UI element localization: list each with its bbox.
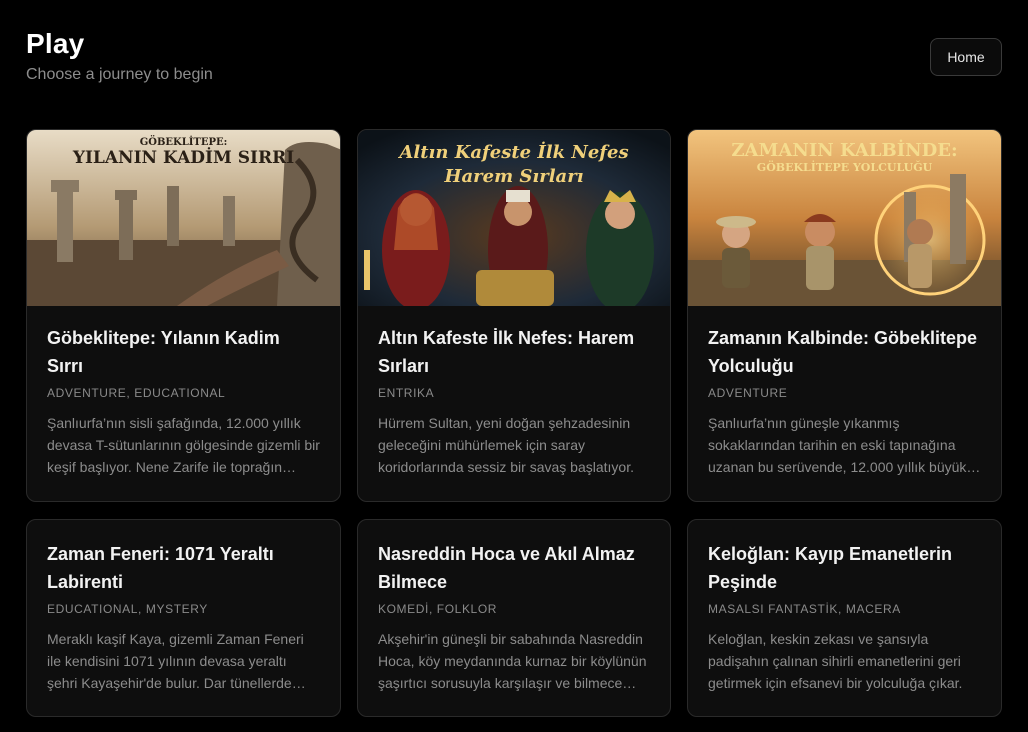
- cover-title-line: YILANIN KADİM SIRRI: [72, 148, 295, 168]
- cover-title-line: Harem Sırları: [444, 166, 584, 187]
- journey-card[interactable]: ZAMANIN KALBİNDE: GÖBEKLİTEPE YOLCULUĞU …: [687, 129, 1002, 502]
- cover-title-line: GÖBEKLİTEPE YOLCULUĞU: [756, 161, 933, 174]
- journey-card[interactable]: Zaman Feneri: 1071 Yeraltı Labirenti EDU…: [26, 519, 341, 717]
- page-header: Play Choose a journey to begin Home: [26, 26, 1002, 96]
- journey-card[interactable]: Altın Kafeste İlk Nefes Harem Sırları Al…: [357, 129, 671, 502]
- card-tags: ADVENTURE, EDUCATIONAL: [47, 386, 226, 400]
- page-title: Play: [26, 28, 85, 59]
- card-title: Göbeklitepe: Yılanın Kadim Sırrı: [47, 328, 280, 376]
- card-title: Keloğlan: Kayıp Emanetlerin Peşinde: [708, 544, 953, 592]
- journey-grid-row-2: Zaman Feneri: 1071 Yeraltı Labirenti EDU…: [26, 519, 1002, 717]
- journey-grid-row-1: GÖBEKLİTEPE: YILANIN KADİM SIRRI Göbekli…: [26, 129, 1002, 502]
- journey-card[interactable]: Nasreddin Hoca ve Akıl Almaz Bilmece KOM…: [357, 519, 671, 717]
- card-description: Şanlıurfa’nın sisli şafağında, 12.000 yı…: [47, 415, 320, 475]
- card-description: Keloğlan, keskin zekası ve şansıyla padi…: [708, 631, 963, 691]
- card-tags: KOMEDİ, FOLKLOR: [378, 602, 498, 616]
- card-tags: EDUCATIONAL, MYSTERY: [47, 602, 208, 616]
- cover-title-line: ZAMANIN KALBİNDE:: [731, 140, 958, 161]
- card-tags: MASALSI FANTASTİK, MACERA: [708, 602, 901, 616]
- card-tags: ADVENTURE: [708, 386, 788, 400]
- card-description: Meraklı kaşif Kaya, gizemli Zaman Feneri…: [47, 631, 304, 691]
- card-title: Nasreddin Hoca ve Akıl Almaz Bilmece: [378, 544, 635, 592]
- card-title: Zamanın Kalbinde: Göbeklitepe Yolculuğu: [708, 328, 978, 376]
- card-description: Hürrem Sultan, yeni doğan şehzadesinin g…: [378, 415, 634, 475]
- cover-image-gobeklitepe: GÖBEKLİTEPE: YILANIN KADİM SIRRI: [27, 130, 340, 306]
- card-description: Şanlıurfa’nın güneşle yıkanmış sokakları…: [708, 415, 967, 475]
- home-button[interactable]: Home: [930, 38, 1002, 76]
- page-subtitle: Choose a journey to begin: [26, 66, 213, 83]
- card-title: Altın Kafeste İlk Nefes: Harem Sırları: [378, 328, 635, 376]
- journey-card[interactable]: GÖBEKLİTEPE: YILANIN KADİM SIRRI Göbekli…: [26, 129, 341, 502]
- cover-image-harem: Altın Kafeste İlk Nefes Harem Sırları: [358, 130, 670, 306]
- journey-card[interactable]: Keloğlan: Kayıp Emanetlerin Peşinde MASA…: [687, 519, 1002, 717]
- cover-title-line: Altın Kafeste İlk Nefes: [399, 142, 629, 163]
- card-tags: ENTRIKA: [378, 386, 435, 400]
- card-title: Zaman Feneri: 1071 Yeraltı Labirenti: [47, 544, 274, 592]
- card-description: Akşehir'in güneşli bir sabahında Nasredd…: [378, 631, 647, 691]
- cover-image-zamanin-kalbinde: ZAMANIN KALBİNDE: GÖBEKLİTEPE YOLCULUĞU: [688, 130, 1001, 306]
- cover-title-line: GÖBEKLİTEPE:: [139, 137, 228, 148]
